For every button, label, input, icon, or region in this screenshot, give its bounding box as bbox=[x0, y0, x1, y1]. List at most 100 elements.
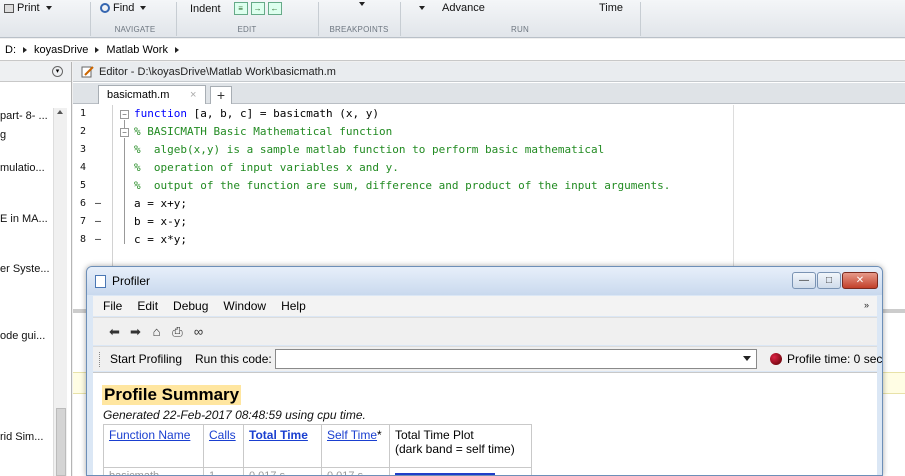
scroll-up-icon[interactable] bbox=[57, 110, 63, 114]
menu-debug[interactable]: Debug bbox=[173, 299, 208, 313]
toolstrip: Print Find Indent ≡ → ← Advance Time NAV… bbox=[0, 0, 905, 38]
magnifier-icon bbox=[100, 3, 110, 13]
address-bar[interactable]: D: koyasDrive Matlab Work bbox=[0, 39, 905, 61]
code-comment: % operation of input variables x and y. bbox=[134, 161, 399, 174]
address-part-subfolder[interactable]: Matlab Work bbox=[106, 44, 168, 56]
code-line: c = x*y; bbox=[134, 233, 187, 246]
profile-time-label: Profile time: 0 sec bbox=[787, 352, 883, 366]
indent-increase-icon[interactable]: → bbox=[250, 2, 265, 15]
breakpoints-dropdown[interactable] bbox=[356, 2, 365, 6]
record-stop-icon[interactable] bbox=[770, 353, 782, 365]
col-total-time-plot: Total Time Plot (dark band = self time) bbox=[389, 424, 532, 468]
breakpoint-marker[interactable]: — bbox=[95, 198, 101, 209]
close-icon[interactable]: × bbox=[190, 89, 196, 101]
sort-link[interactable]: Function Name bbox=[109, 428, 190, 442]
cell-self: 0.017 s bbox=[321, 467, 390, 475]
advance-button[interactable]: Advance bbox=[416, 2, 485, 14]
address-part-folder[interactable]: koyasDrive bbox=[34, 44, 88, 56]
list-item[interactable]: er Syste... bbox=[0, 263, 50, 275]
sort-link[interactable]: Total Time bbox=[249, 428, 308, 442]
maximize-button[interactable]: □ bbox=[817, 272, 841, 289]
sort-link[interactable]: Self Time bbox=[327, 428, 377, 442]
line-number: 3 bbox=[80, 144, 87, 155]
run-code-input[interactable] bbox=[275, 349, 757, 369]
generated-text: Generated 22-Feb-2017 08:48:59 using cpu… bbox=[103, 408, 366, 422]
home-icon[interactable]: ⌂ bbox=[149, 324, 164, 339]
profiler-titlebar[interactable]: Profiler — □ ✕ bbox=[87, 267, 882, 295]
col-function-name[interactable]: Function Name bbox=[103, 424, 204, 468]
fold-toggle-icon[interactable]: − bbox=[120, 128, 129, 137]
code-comment: % output of the function are sum, differ… bbox=[134, 179, 671, 192]
col-total-time[interactable]: Total Time bbox=[243, 424, 322, 468]
cell-plot bbox=[389, 467, 532, 475]
dropdown-arrow-icon[interactable] bbox=[743, 356, 751, 361]
col-calls[interactable]: Calls bbox=[203, 424, 244, 468]
code-text: [a, b, c] = basicmath (x, y) bbox=[186, 107, 380, 120]
printer-icon bbox=[4, 3, 14, 13]
list-item[interactable]: E in MA... bbox=[0, 213, 48, 225]
find-label: Find bbox=[113, 2, 135, 14]
section-separator bbox=[90, 2, 91, 36]
line-number: 6 bbox=[80, 198, 87, 209]
code-line: a = x+y; bbox=[134, 197, 187, 210]
line-number: 8 bbox=[80, 234, 87, 245]
menu-window[interactable]: Window bbox=[223, 299, 266, 313]
menu-help[interactable]: Help bbox=[281, 299, 306, 313]
find-button[interactable]: Find bbox=[100, 2, 147, 14]
menu-edit[interactable]: Edit bbox=[137, 299, 158, 313]
list-item[interactable]: rid Sim... bbox=[0, 431, 43, 443]
time-button[interactable]: Time bbox=[599, 2, 623, 14]
print-icon[interactable]: ⎙ bbox=[170, 324, 185, 339]
col-self-time[interactable]: Self Time* bbox=[321, 424, 390, 468]
back-arrow-icon[interactable]: ⬅ bbox=[107, 324, 122, 339]
line-number: 2 bbox=[80, 126, 87, 137]
list-item[interactable]: ode gui... bbox=[0, 330, 45, 342]
menu-overflow-icon[interactable]: » bbox=[864, 300, 869, 310]
close-button[interactable]: ✕ bbox=[842, 272, 878, 289]
scrollbar-thumb[interactable] bbox=[56, 408, 66, 476]
asterisk: * bbox=[377, 428, 382, 442]
profiler-runbar: Start Profiling Run this code: Profile t… bbox=[93, 346, 882, 371]
section-label-run: RUN bbox=[511, 25, 529, 34]
breakpoint-marker[interactable]: — bbox=[95, 234, 101, 245]
indent-decrease-icon[interactable]: ← bbox=[267, 2, 282, 15]
menu-file[interactable]: File bbox=[103, 299, 122, 313]
plot-header-line2: (dark band = self time) bbox=[395, 442, 515, 456]
start-profiling-button[interactable]: Start Profiling bbox=[110, 352, 182, 366]
panel-menu-icon[interactable]: ▾ bbox=[52, 66, 63, 77]
breakpoint-marker[interactable]: — bbox=[95, 216, 101, 227]
chevron-right-icon bbox=[95, 46, 100, 53]
vertical-scrollbar[interactable] bbox=[53, 108, 67, 476]
summary-table: Function Name Calls Total Time Self Time… bbox=[103, 424, 532, 475]
line-number: 7 bbox=[80, 216, 87, 227]
cell-function[interactable]: basicmath bbox=[103, 467, 204, 475]
editor-title: Editor - D:\koyasDrive\Matlab Work\basic… bbox=[99, 65, 336, 78]
line-number: 1 bbox=[80, 108, 87, 119]
smart-indent-icon[interactable]: ≡ bbox=[233, 2, 248, 15]
code-comment: % BASICMATH Basic Mathematical function bbox=[134, 125, 393, 138]
print-button[interactable]: Print bbox=[4, 2, 52, 14]
list-item[interactable]: g bbox=[0, 129, 6, 141]
tab-basicmath[interactable]: basicmath.m × bbox=[98, 85, 206, 104]
sort-link[interactable]: Calls bbox=[209, 428, 236, 442]
find-binoculars-icon[interactable]: ∞ bbox=[191, 324, 206, 339]
code-line: function [a, b, c] = basicmath (x, y) bbox=[134, 107, 379, 120]
section-label-breakpoints: BREAKPOINTS bbox=[329, 25, 389, 34]
forward-arrow-icon[interactable]: ➡ bbox=[128, 324, 143, 339]
code-line: b = x-y; bbox=[134, 215, 187, 228]
caret-down-icon bbox=[45, 6, 52, 10]
table-row[interactable]: basicmath 1 0.017 s 0.017 s bbox=[103, 467, 532, 475]
cell-total: 0.017 s bbox=[243, 467, 322, 475]
address-part-drive[interactable]: D: bbox=[5, 44, 16, 56]
indent-label: Indent bbox=[190, 2, 221, 15]
indent-group: Indent ≡ → ← bbox=[190, 2, 282, 15]
list-item[interactable]: part- 8- ... bbox=[0, 110, 48, 122]
list-item[interactable]: mulatio... bbox=[0, 162, 45, 174]
run-code-label: Run this code: bbox=[195, 352, 272, 366]
code-keyword: function bbox=[134, 107, 187, 120]
fold-toggle-icon[interactable]: − bbox=[120, 110, 129, 119]
code-comment: % algeb(x,y) is a sample matlab function… bbox=[134, 143, 605, 156]
new-tab-button[interactable]: + bbox=[210, 86, 232, 104]
minimize-button[interactable]: — bbox=[792, 272, 816, 289]
caret-down-icon bbox=[140, 6, 147, 10]
